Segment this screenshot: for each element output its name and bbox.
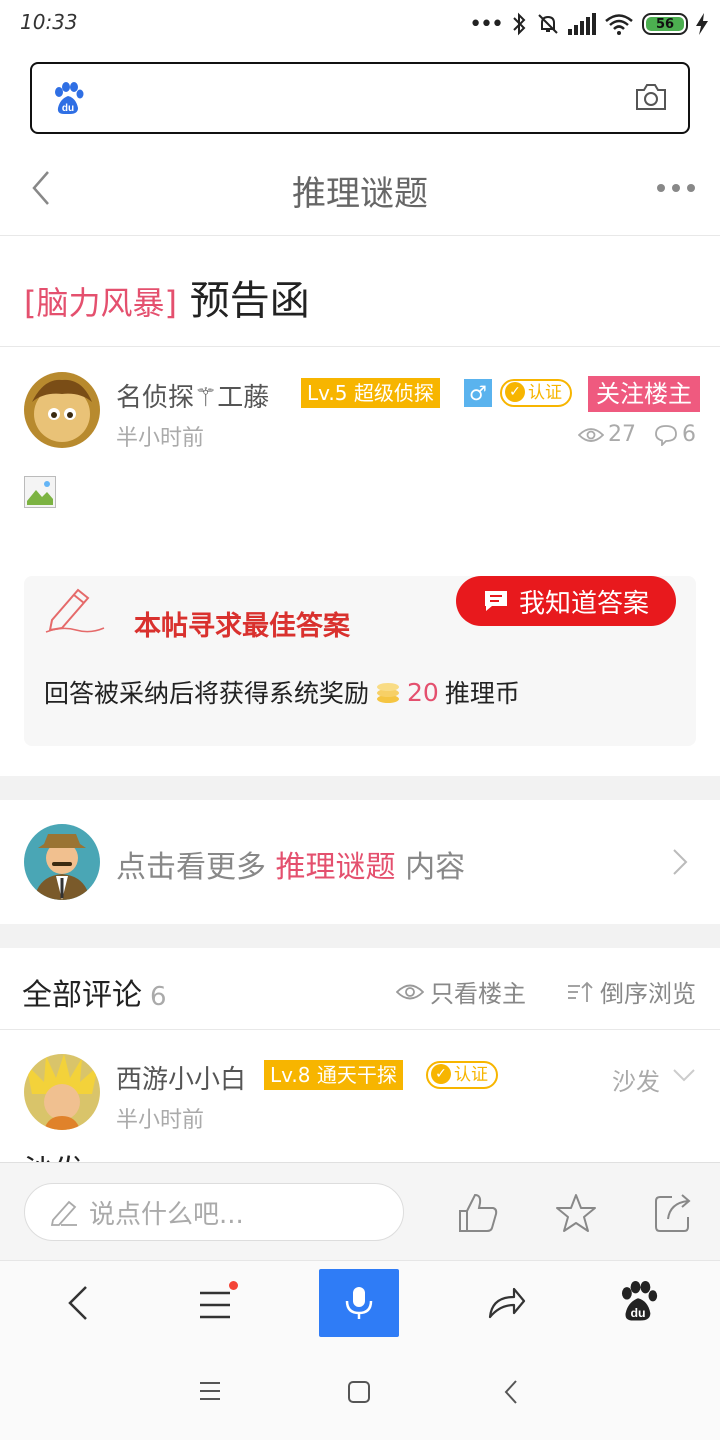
- eye-icon: [578, 427, 604, 442]
- share-icon[interactable]: [652, 1191, 696, 1235]
- system-back-icon[interactable]: [502, 1378, 520, 1406]
- section-gap: [0, 924, 720, 948]
- charging-icon: [696, 13, 708, 35]
- comment-time: 半小时前: [116, 1108, 205, 1133]
- check-icon: ✓: [505, 382, 525, 402]
- level-badge: Lv.5 超级侦探: [301, 378, 440, 408]
- eye-icon: [396, 984, 424, 999]
- reward-unit: 推理币: [444, 679, 520, 708]
- nav-header: 推理谜题: [0, 140, 720, 236]
- status-time: 10:33: [20, 10, 78, 34]
- comments-count: 6: [150, 982, 167, 1012]
- favorite-star-icon[interactable]: [554, 1191, 598, 1235]
- search-box[interactable]: du: [30, 62, 690, 134]
- status-icons: ••• 56: [469, 10, 708, 38]
- chevron-right-icon[interactable]: [672, 848, 688, 876]
- reply-bar: 说点什么吧...: [0, 1162, 720, 1260]
- signal-icon: [568, 13, 596, 35]
- more-notifications-icon: •••: [469, 11, 504, 37]
- comments-title: 全部评论 6: [22, 978, 167, 1013]
- author-name[interactable]: 名侦探⚚工藤: [116, 377, 269, 414]
- baidu-paw-icon[interactable]: du: [52, 82, 84, 116]
- forward-share-icon[interactable]: [484, 1281, 528, 1325]
- camera-icon[interactable]: [634, 82, 668, 112]
- only-op-button[interactable]: 只看楼主: [396, 974, 526, 1009]
- view-count: 27: [578, 422, 636, 447]
- browser-back-icon[interactable]: [58, 1281, 102, 1325]
- commenter-avatar[interactable]: [24, 1054, 100, 1130]
- bluetooth-icon: [513, 12, 526, 36]
- sort-icon: [568, 981, 593, 1002]
- comment-text: 沙发: [24, 1146, 84, 1162]
- reverse-order-button[interactable]: 倒序浏览: [566, 974, 696, 1009]
- comments-header: 全部评论 6 只看楼主 倒序浏览: [0, 948, 720, 1030]
- more-topic-text[interactable]: 点击看更多 推理谜题 内容: [116, 842, 465, 886]
- battery-icon: 56: [642, 13, 688, 35]
- reward-amount: 20: [407, 677, 439, 707]
- chevron-down-icon[interactable]: [672, 1068, 696, 1082]
- reward-heading: 本帖寻求最佳答案: [134, 611, 350, 642]
- baidu-home-icon[interactable]: du: [618, 1281, 662, 1325]
- follow-button[interactable]: 关注楼主: [588, 376, 700, 412]
- post-title-text: 预告函: [189, 278, 310, 324]
- check-icon: ✓: [431, 1064, 451, 1084]
- system-navigation: [0, 1344, 720, 1440]
- mute-bell-icon: [538, 14, 558, 34]
- post-title: [脑力风暴] 预告函: [24, 268, 310, 326]
- svg-text:du: du: [62, 103, 74, 114]
- comment-icon: [655, 424, 677, 446]
- menu-icon[interactable]: [194, 1281, 238, 1325]
- more-options-icon[interactable]: [656, 180, 696, 196]
- status-bar: 10:33 ••• 56: [0, 0, 720, 48]
- notification-dot: [229, 1281, 238, 1290]
- page-title: 推理谜题: [292, 174, 428, 214]
- comment-count: 6: [654, 422, 696, 447]
- post-image[interactable]: [24, 476, 56, 508]
- level-badge: Lv.8 通天干探: [264, 1060, 403, 1090]
- topic-link[interactable]: 推理谜题: [276, 850, 396, 885]
- microphone-icon: [345, 1287, 373, 1319]
- author-avatar[interactable]: [24, 372, 100, 448]
- male-icon: ♂: [464, 379, 492, 407]
- commenter-name[interactable]: 西游小小白: [116, 1059, 246, 1096]
- post-tag: [脑力风暴]: [24, 284, 177, 322]
- home-icon[interactable]: [347, 1380, 371, 1404]
- reward-text: 回答被采纳后将获得系统奖励 20 推理币: [44, 674, 520, 710]
- reply-input[interactable]: 说点什么吧...: [24, 1183, 404, 1241]
- browser-toolbar: du: [0, 1260, 720, 1344]
- message-icon: [484, 591, 507, 611]
- pencil-icon: [50, 1200, 77, 1226]
- pen-icon: [42, 582, 108, 634]
- more-topic-row[interactable]: 点击看更多 推理谜题 内容: [0, 800, 720, 924]
- floor-label: 沙发: [612, 1068, 660, 1096]
- verified-badge: ✓ 认证: [500, 379, 572, 407]
- wifi-icon: [605, 14, 633, 35]
- recent-apps-icon[interactable]: [198, 1380, 222, 1402]
- svg-text:du: du: [630, 1306, 645, 1320]
- reward-card: 本帖寻求最佳答案 我知道答案 回答被采纳后将获得系统奖励 20 推理币: [24, 576, 696, 746]
- post-time: 半小时前: [116, 426, 205, 451]
- i-know-answer-button[interactable]: 我知道答案: [456, 576, 676, 626]
- detective-avatar: [24, 824, 100, 900]
- section-gap: [0, 776, 720, 800]
- like-icon[interactable]: [456, 1191, 500, 1235]
- verified-badge: ✓ 认证: [426, 1061, 498, 1089]
- divider: [0, 346, 720, 347]
- voice-search-button[interactable]: [319, 1269, 399, 1337]
- coin-icon: [377, 683, 400, 703]
